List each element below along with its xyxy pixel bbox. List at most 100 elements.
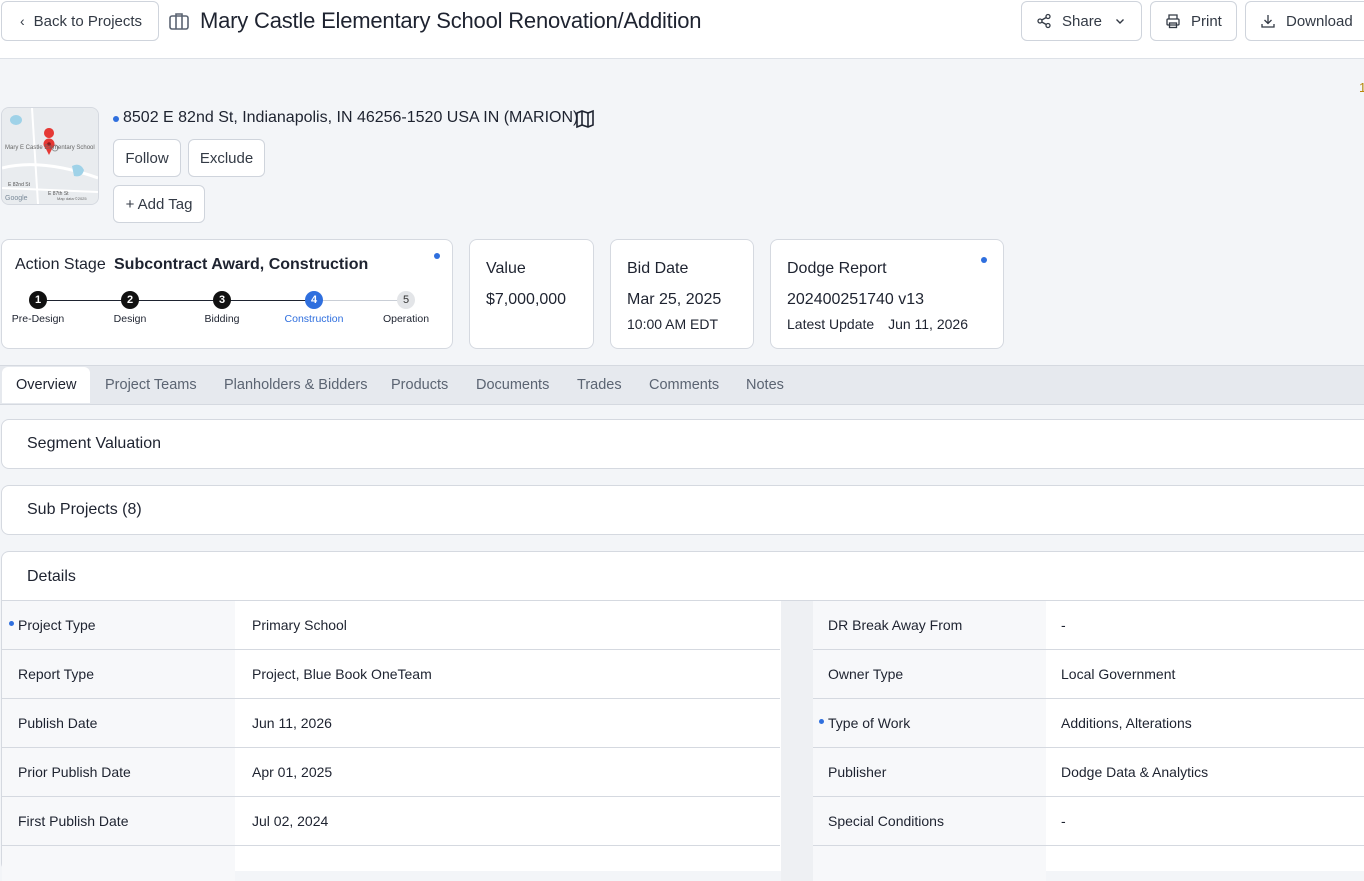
row-divider [813, 845, 1364, 846]
bid-date-card: Bid Date Mar 25, 2025 10:00 AM EDT [610, 239, 754, 349]
row-divider [2, 796, 780, 797]
stage-step-5: 5 [397, 291, 415, 309]
address-indicator-dot [113, 116, 119, 122]
map-brand: Google [5, 195, 28, 202]
detail-label: Owner Type [828, 666, 904, 682]
bid-time-value: 10:00 AM EDT [627, 316, 719, 332]
dodge-report-heading: Dodge Report [787, 260, 887, 277]
detail-value: Apr 01, 2025 [252, 764, 333, 780]
type-of-work-indicator-dot [819, 719, 824, 724]
share-label: Share [1062, 12, 1103, 30]
tab-project-teams[interactable]: Project Teams [105, 366, 197, 404]
detail-value: Jul 02, 2024 [252, 813, 329, 829]
follow-button[interactable]: Follow [113, 139, 181, 177]
dodge-report-number: 202400251740 v13 [787, 291, 925, 308]
download-button[interactable]: Download [1245, 1, 1364, 41]
stage-track-done [38, 300, 314, 301]
value-amount: $7,000,000 [486, 291, 567, 308]
detail-value: Project, Blue Book OneTeam [252, 666, 432, 682]
detail-value: Additions, Alterations [1061, 715, 1192, 731]
tab-comments[interactable]: Comments [649, 366, 719, 404]
row-divider [813, 796, 1364, 797]
row-divider [2, 649, 780, 650]
map-place-label: Mary E Castle Elementary School [5, 145, 95, 151]
details-panel: Details Project Type Primary School Repo… [1, 551, 1364, 881]
column-gap [781, 601, 813, 881]
latest-update-row: Latest Update Jun 11, 2026 [787, 316, 968, 332]
segment-valuation-title: Segment Valuation [27, 435, 162, 452]
detail-value: Primary School [252, 617, 347, 633]
briefcase-icon [169, 13, 189, 30]
detail-value: Jun 11, 2026 [252, 715, 332, 731]
detail-label: Prior Publish Date [18, 764, 131, 780]
bid-date-value: Mar 25, 2025 [627, 291, 722, 308]
stage-track-remaining [314, 300, 406, 301]
tab-documents[interactable]: Documents [476, 366, 549, 404]
right-label-column [813, 601, 1046, 881]
bid-date-heading: Bid Date [627, 260, 689, 277]
chevron-left-icon: ‹ [20, 13, 25, 29]
detail-label: Publisher [828, 764, 887, 780]
project-type-indicator-dot [9, 621, 14, 626]
print-button[interactable]: Print [1150, 1, 1237, 41]
detail-label: Report Type [18, 666, 95, 682]
detail-value: Local Government [1061, 666, 1176, 682]
top-bar: ‹ Back to Projects Mary Castle Elementar… [0, 0, 1364, 59]
chevron-down-icon [1116, 19, 1125, 24]
tab-notes[interactable]: Notes [746, 366, 784, 404]
row-divider [813, 747, 1364, 748]
edge-marker: 1 [1359, 80, 1364, 95]
row-divider [2, 845, 780, 846]
row-divider [2, 698, 780, 699]
row-divider [813, 698, 1364, 699]
action-stage-label: Action Stage [15, 256, 106, 273]
stage-step-label-5: Operation [382, 313, 430, 325]
stage-step-3: 3 [213, 291, 231, 309]
details-title: Details [27, 568, 76, 585]
tab-overview[interactable]: Overview [2, 367, 91, 403]
download-icon [1261, 15, 1275, 28]
detail-label: DR Break Away From [828, 617, 963, 633]
stage-step-2: 2 [121, 291, 139, 309]
add-tag-button[interactable]: + Add Tag [113, 185, 205, 223]
sub-projects-title: Sub Projects (8) [27, 501, 142, 518]
tab-trades[interactable]: Trades [577, 366, 622, 404]
tab-planholders-bidders[interactable]: Planholders & Bidders [224, 366, 367, 404]
map-thumbnail[interactable]: Mary E Castle Elementary School E 82nd S… [1, 107, 99, 205]
tab-bar: Overview Project Teams Planholders & Bid… [0, 365, 1364, 405]
action-stage-card: Action Stage Subcontract Award, Construc… [1, 239, 453, 349]
download-label: Download [1286, 12, 1353, 30]
value-card: Value $7,000,000 [469, 239, 594, 349]
sub-projects-panel[interactable]: Sub Projects (8) [1, 485, 1364, 535]
row-divider [2, 747, 780, 748]
stage-step-label-3: Bidding [204, 313, 240, 325]
print-label: Print [1191, 12, 1222, 30]
detail-label: Type of Work [828, 715, 911, 731]
dodge-report-card: Dodge Report 202400251740 v13 Latest Upd… [770, 239, 1004, 349]
detail-label: Publish Date [18, 715, 98, 731]
map-credit: Map data ©2025 [57, 196, 87, 201]
latest-update-date: Jun 11, 2026 [888, 316, 968, 332]
stage-step-label-1: Pre-Design [11, 313, 65, 325]
back-to-projects-button[interactable]: ‹ Back to Projects [1, 1, 159, 41]
page-title: Mary Castle Elementary School Renovation… [200, 8, 702, 33]
project-address: 8502 E 82nd St, Indianapolis, IN 46256-1… [123, 109, 579, 126]
share-button[interactable]: Share [1021, 1, 1142, 41]
action-stage-value: Subcontract Award, Construction [114, 256, 369, 273]
printer-icon [1166, 14, 1180, 29]
detail-value: - [1061, 617, 1066, 633]
tab-products[interactable]: Products [391, 366, 448, 404]
latest-update-label: Latest Update [787, 316, 875, 332]
share-icon [1037, 13, 1051, 29]
map-icon[interactable] [575, 109, 595, 129]
row-divider [813, 649, 1364, 650]
stage-step-4: 4 [305, 291, 323, 309]
detail-label: Special Conditions [828, 813, 944, 829]
detail-label: First Publish Date [18, 813, 129, 829]
exclude-button[interactable]: Exclude [188, 139, 265, 177]
segment-valuation-panel[interactable]: Segment Valuation [1, 419, 1364, 469]
left-label-column [2, 601, 235, 881]
dodge-indicator-dot [981, 257, 987, 263]
stage-step-label-2: Design [113, 313, 147, 325]
back-button-label: Back to Projects [33, 12, 143, 30]
